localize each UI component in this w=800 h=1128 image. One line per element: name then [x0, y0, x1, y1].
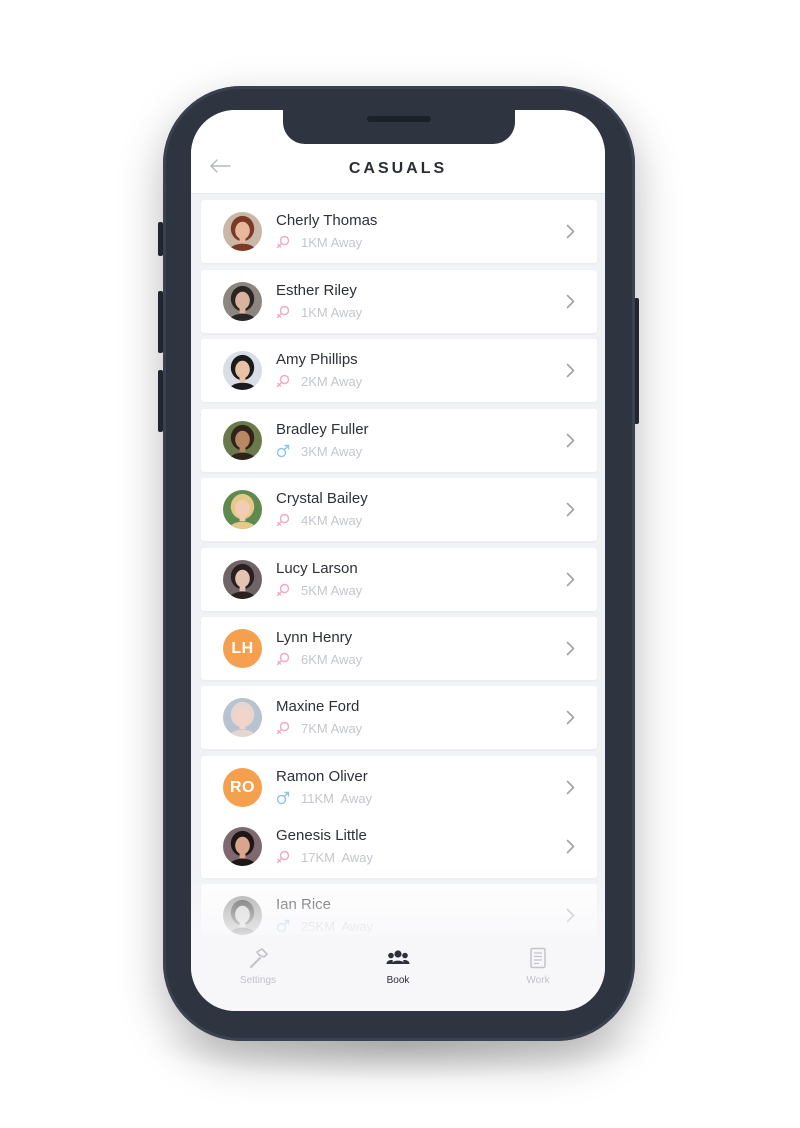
chevron-right-icon — [566, 294, 575, 309]
tab-bar: Settings Book Work — [191, 935, 605, 1011]
chevron-right-icon — [566, 710, 575, 725]
male-icon — [276, 919, 290, 933]
distance-label: 6KM Away — [301, 651, 363, 667]
tab-book[interactable]: Book — [353, 947, 443, 986]
list-item-person[interactable]: RO Ramon Oliver 11KM Away — [201, 756, 597, 819]
person-meta: 3KM Away — [276, 442, 362, 460]
chevron-right-icon — [566, 572, 575, 587]
notch — [283, 110, 515, 144]
chevron-right-icon — [566, 363, 575, 378]
tab-settings-label: Settings — [239, 975, 277, 986]
person-name: Maxine Ford — [276, 698, 360, 715]
avatar — [223, 560, 262, 599]
female-icon — [276, 305, 290, 319]
person-meta: 4KM Away — [276, 511, 362, 529]
avatar — [223, 282, 262, 321]
distance-label: 3KM Away — [301, 443, 363, 459]
page-title: CASUALS — [348, 160, 448, 177]
avatar — [223, 827, 262, 866]
person-meta: 5KM Away — [276, 581, 362, 599]
list-item-person[interactable]: Lucy Larson 5KM Away — [201, 548, 597, 611]
avatar: LH — [223, 629, 262, 668]
female-icon — [276, 652, 290, 666]
distance-label: 1KM Away — [301, 304, 363, 320]
chevron-right-icon — [566, 641, 575, 656]
tab-work[interactable]: Work — [493, 947, 583, 986]
avatar — [223, 698, 262, 737]
male-icon — [276, 444, 290, 458]
person-name: Bradley Fuller — [276, 421, 369, 438]
people-icon — [386, 950, 410, 964]
hammer-icon — [249, 948, 268, 969]
distance-label: 7KM Away — [301, 720, 363, 736]
person-meta: 1KM Away — [276, 303, 362, 321]
person-name: Crystal Bailey — [276, 490, 368, 507]
person-meta: 2KM Away — [276, 372, 362, 390]
list-item-person[interactable]: Maxine Ford 7KM Away — [201, 686, 597, 749]
female-icon — [276, 583, 290, 597]
list-item-person[interactable]: Bradley Fuller 3KM Away — [201, 409, 597, 472]
female-icon — [276, 850, 290, 864]
person-name: Esther Riley — [276, 282, 357, 299]
list-item-person[interactable]: Esther Riley 1KM Away — [201, 270, 597, 333]
list-item-person[interactable]: Amy Phillips 2KM Away — [201, 339, 597, 402]
distance-label: 5KM Away — [301, 582, 363, 598]
person-name: Lucy Larson — [276, 560, 358, 577]
chevron-right-icon — [566, 908, 575, 923]
distance-label: 2KM Away — [301, 373, 363, 389]
list-item-person[interactable]: LH Lynn Henry 6KM Away — [201, 617, 597, 680]
person-name: Lynn Henry — [276, 629, 353, 646]
avatar: RO — [223, 768, 262, 807]
person-name: Ian Rice — [276, 896, 332, 913]
avatar — [223, 896, 262, 935]
avatar — [223, 421, 262, 460]
person-meta: 25KM Away — [276, 917, 373, 935]
avatar — [223, 212, 262, 251]
phone-screen: CASUALS Cherly Thomas 1KM Away Esther Rile… — [191, 110, 605, 1011]
person-name: Genesis Little — [276, 827, 367, 844]
list-item-person[interactable]: Crystal Bailey 4KM Away — [201, 478, 597, 541]
earpiece-speaker — [367, 116, 431, 122]
person-name: Amy Phillips — [276, 351, 358, 368]
distance-label: 25KM Away — [301, 918, 374, 934]
person-meta: 17KM Away — [276, 848, 373, 866]
person-name: Ramon Oliver — [276, 768, 368, 785]
person-meta: 7KM Away — [276, 719, 362, 737]
female-icon — [276, 374, 290, 388]
person-name: Cherly Thomas — [276, 212, 378, 229]
tab-book-label: Book — [386, 975, 410, 986]
female-icon — [276, 235, 290, 249]
distance-label: 17KM Away — [301, 849, 374, 865]
female-icon — [276, 721, 290, 735]
person-meta: 6KM Away — [276, 650, 362, 668]
list-item-person[interactable]: Genesis Little 17KM Away — [201, 815, 597, 878]
male-icon — [276, 791, 290, 805]
chevron-right-icon — [566, 433, 575, 448]
distance-label: 1KM Away — [301, 234, 363, 250]
tab-work-label: Work — [526, 975, 550, 986]
chevron-right-icon — [566, 502, 575, 517]
female-icon — [276, 513, 290, 527]
document-icon — [530, 947, 546, 969]
distance-label: 11KM Away — [301, 790, 373, 806]
chevron-right-icon — [566, 224, 575, 239]
chevron-right-icon — [566, 780, 575, 795]
person-meta: 11KM Away — [276, 789, 372, 807]
avatar — [223, 490, 262, 529]
tab-settings[interactable]: Settings — [213, 947, 303, 986]
avatar — [223, 351, 262, 390]
chevron-right-icon — [566, 839, 575, 854]
person-meta: 1KM Away — [276, 233, 362, 251]
distance-label: 4KM Away — [301, 512, 363, 528]
list-item-person[interactable]: Cherly Thomas 1KM Away — [201, 200, 597, 263]
